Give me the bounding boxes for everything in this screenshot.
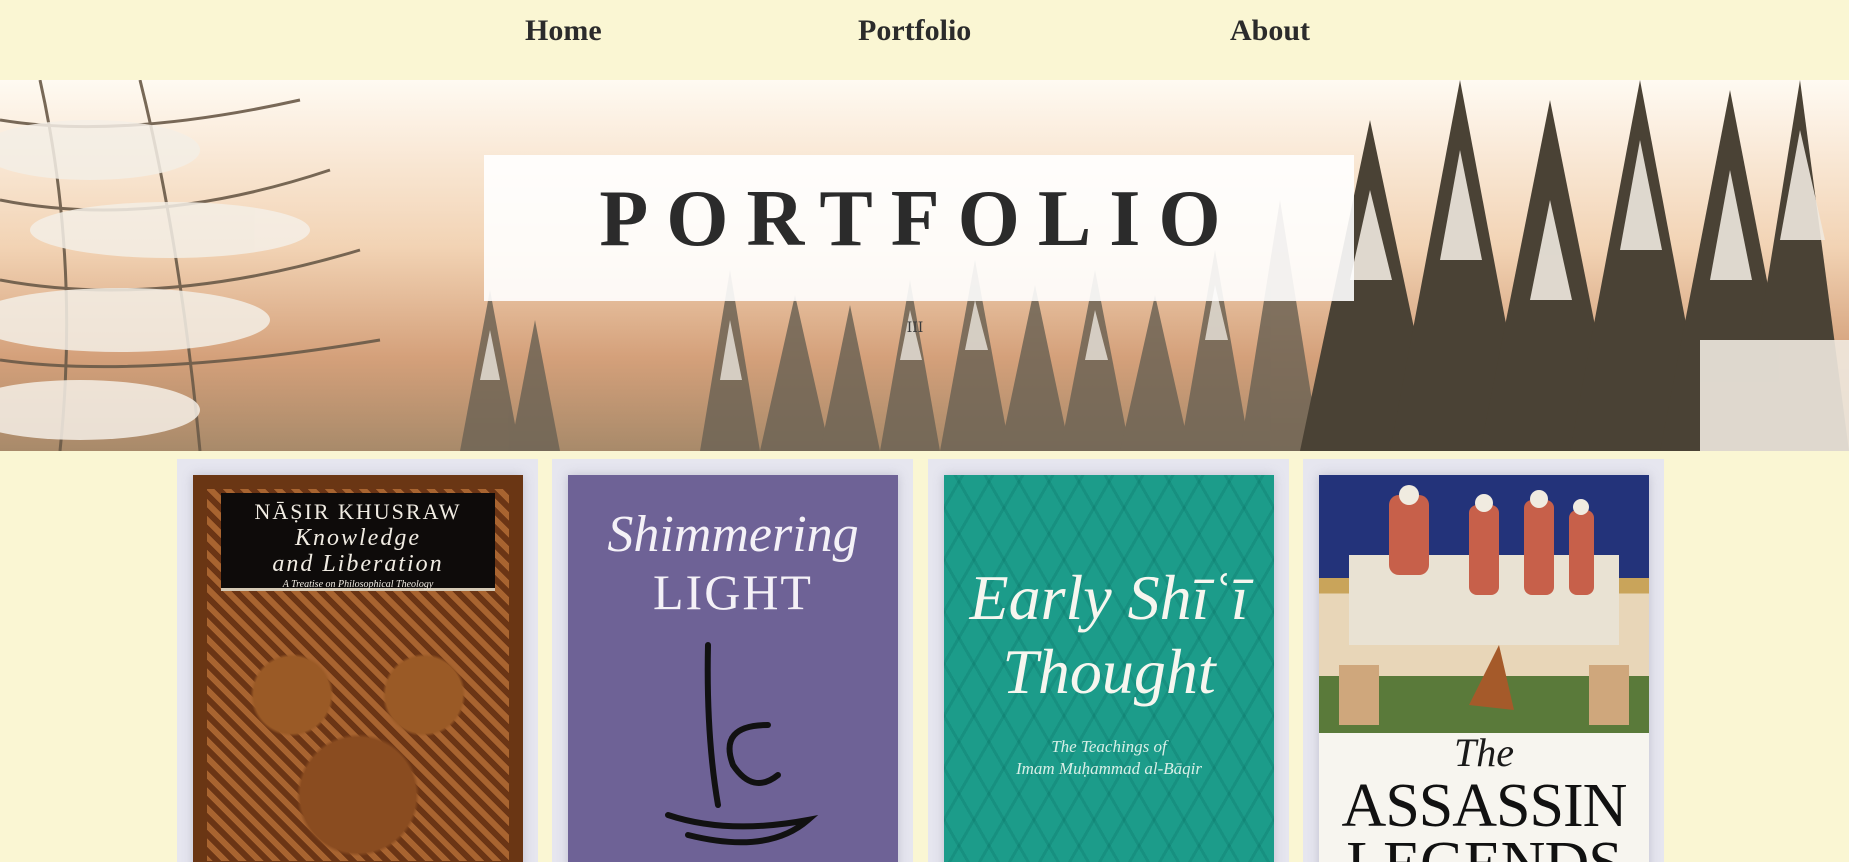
book-cover-shimmering-light[interactable]: Shimmering LIGHT [568, 475, 898, 862]
book-title-line1: Early Shīʿī [969, 562, 1249, 633]
book-card[interactable]: The ASSASSIN LEGENDS [1303, 459, 1664, 862]
book-card[interactable]: NĀṢIR KHUSRAW Knowledge and Liberation A… [177, 459, 538, 862]
book-subtitle-line2: Imam Muḥammad al-Bāqir [1015, 759, 1203, 778]
book-author: NĀṢIR KHUSRAW [254, 499, 462, 524]
nav-link-home[interactable]: Home [525, 14, 602, 48]
page-title: PORTFOLIO [599, 175, 1239, 263]
book-title-line1: Knowledge [295, 525, 421, 551]
book-cover-knowledge-and-liberation[interactable]: NĀṢIR KHUSRAW Knowledge and Liberation A… [193, 475, 523, 862]
portfolio-grid: NĀṢIR KHUSRAW Knowledge and Liberation A… [0, 451, 1849, 862]
book-card[interactable]: Early Shīʿī Thought The Teachings of Ima… [928, 459, 1289, 862]
book-subtitle: A Treatise on Philosophical Theology [282, 579, 434, 590]
book-title-line2: and Liberation [272, 551, 444, 577]
book-cover-early-shii-thought[interactable]: Early Shīʿī Thought The Teachings of Ima… [944, 475, 1274, 862]
book-title-line1: The [1454, 730, 1514, 775]
top-nav: Home Portfolio About [0, 0, 1849, 80]
book-title-line2: Thought [1002, 636, 1216, 707]
hero-mark: III [906, 320, 924, 336]
calligraphy-icon [665, 642, 819, 846]
book-subtitle-line1: The Teachings of [1051, 737, 1167, 756]
cover-title-block: NĀṢIR KHUSRAW Knowledge and Liberation A… [221, 493, 495, 591]
miniature-painting-image [1319, 475, 1649, 733]
book-title-line3: LEGENDS [1319, 829, 1649, 862]
hero-banner: PORTFOLIO III [0, 80, 1849, 451]
nav-link-about[interactable]: About [1230, 14, 1310, 48]
nav-link-portfolio[interactable]: Portfolio [858, 14, 971, 48]
hero-title-box: PORTFOLIO [484, 155, 1354, 301]
book-card[interactable]: Shimmering LIGHT [552, 459, 913, 862]
book-cover-assassin-legends[interactable]: The ASSASSIN LEGENDS [1319, 475, 1649, 862]
